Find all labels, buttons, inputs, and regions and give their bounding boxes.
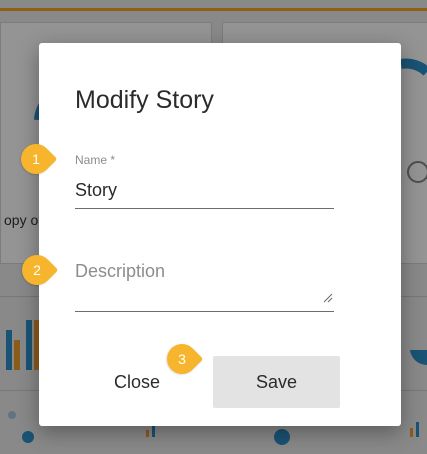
name-field-label: Name *	[75, 153, 116, 167]
dialog-title: Modify Story	[75, 86, 214, 114]
step-number: 3	[178, 351, 186, 367]
resize-handle-icon[interactable]	[323, 293, 333, 303]
save-button[interactable]: Save	[213, 356, 340, 408]
step-number: 1	[32, 151, 40, 167]
description-field-underline	[75, 311, 334, 312]
step-marker-1: 1	[14, 137, 58, 181]
modify-story-dialog: Modify Story Name * Story Description Cl…	[39, 43, 401, 426]
description-field[interactable]: Description	[75, 261, 165, 282]
step-number: 2	[33, 262, 41, 278]
close-button[interactable]: Close	[97, 356, 177, 408]
step-marker-2: 2	[15, 248, 59, 292]
step-marker-3: 3	[160, 337, 204, 381]
name-field[interactable]: Story	[75, 180, 117, 201]
name-field-underline	[75, 208, 334, 209]
